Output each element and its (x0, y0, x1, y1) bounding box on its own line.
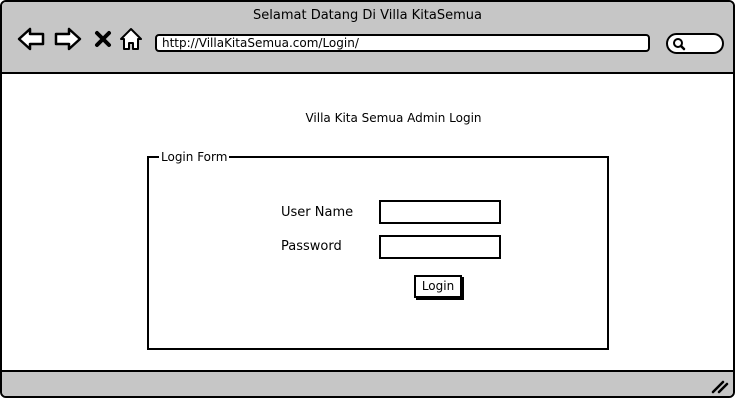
browser-toolbar: Selamat Datang Di Villa KitaSemua http:/… (2, 2, 733, 74)
back-arrow-icon[interactable] (16, 24, 46, 54)
login-button[interactable]: Login (414, 275, 462, 298)
home-icon[interactable] (116, 24, 146, 54)
page-content: Villa Kita Semua Admin Login Login Form … (2, 74, 733, 372)
address-bar[interactable]: http://VillaKitaSemua.com/Login/ (155, 34, 650, 52)
forward-arrow-icon[interactable] (53, 24, 83, 54)
resize-grip-icon[interactable] (709, 376, 729, 394)
page-title: Villa Kita Semua Admin Login (305, 111, 482, 125)
search-icon (673, 38, 686, 51)
username-label: User Name (281, 205, 354, 220)
login-form: Login Form (147, 150, 609, 350)
search-box[interactable] (666, 33, 724, 54)
window-title: Selamat Datang Di Villa KitaSemua (253, 8, 482, 23)
password-label: Password (281, 239, 342, 254)
login-form-legend: Login Form (161, 150, 228, 164)
username-input[interactable] (379, 200, 501, 224)
status-bar (2, 370, 733, 396)
password-input[interactable] (379, 235, 501, 259)
close-x-icon[interactable] (88, 24, 118, 54)
browser-window: Selamat Datang Di Villa KitaSemua http:/… (0, 0, 735, 398)
